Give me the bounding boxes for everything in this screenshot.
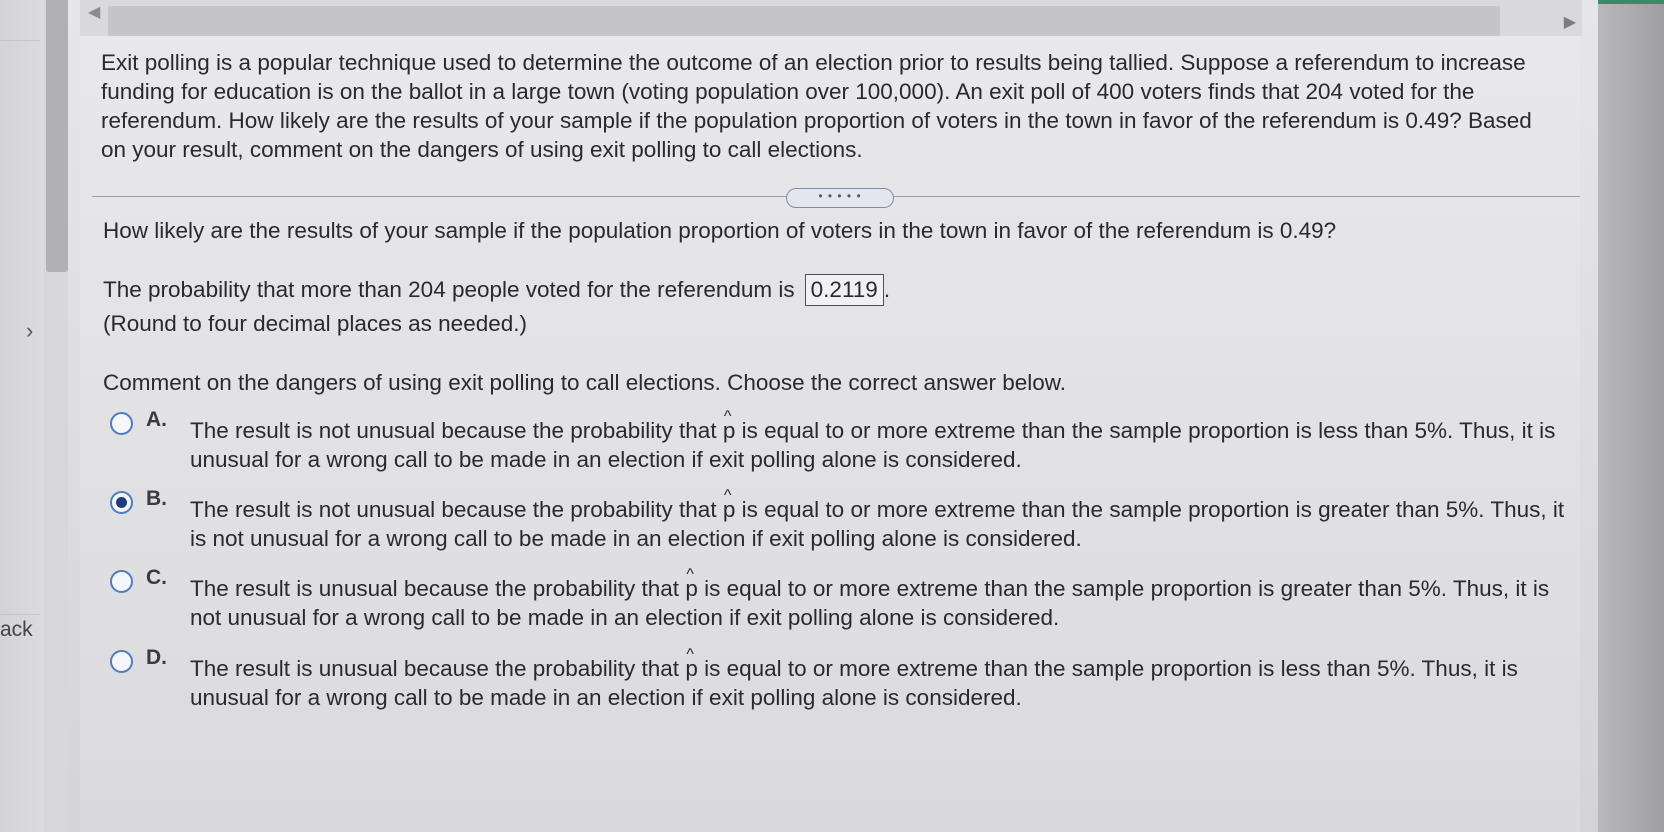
divider-handle[interactable]: • • • • • bbox=[786, 188, 894, 208]
option-text-pre: The result is not unusual because the pr… bbox=[190, 497, 717, 522]
horizontal-scrollbar-thumb[interactable] bbox=[108, 6, 1500, 36]
accent-bar bbox=[1598, 0, 1664, 4]
radio-option-d[interactable] bbox=[110, 650, 133, 673]
option-text: The result is unusual because the probab… bbox=[190, 560, 1570, 632]
caret-right-icon[interactable]: ▶ bbox=[1564, 12, 1576, 32]
option-text-pre: The result is unusual because the probab… bbox=[190, 576, 680, 601]
option-letter: C. bbox=[146, 566, 167, 589]
screen: › ack ◀ ▶ Exit polling is a popular tech… bbox=[0, 0, 1664, 832]
p-hat-symbol: p bbox=[723, 481, 736, 524]
left-divider bbox=[0, 614, 40, 615]
caret-left-icon[interactable]: ◀ bbox=[88, 2, 100, 22]
option-text-pre: The result is not unusual because the pr… bbox=[190, 418, 717, 443]
radio-option-c[interactable] bbox=[110, 570, 133, 593]
option-text-pre: The result is unusual because the probab… bbox=[190, 656, 680, 681]
option-text: The result is unusual because the probab… bbox=[190, 640, 1570, 712]
answer-suffix: . bbox=[883, 277, 891, 302]
horizontal-scrollbar[interactable]: ◀ ▶ bbox=[80, 0, 1582, 36]
part1-prompt: How likely are the results of your sampl… bbox=[103, 218, 1337, 243]
p-hat-symbol: p bbox=[723, 402, 736, 445]
probability-answer-line: The probability that more than 204 peopl… bbox=[103, 274, 890, 306]
p-hat-symbol: p bbox=[685, 640, 698, 683]
chevron-right-icon[interactable]: › bbox=[26, 318, 33, 344]
option-letter: A. bbox=[146, 408, 167, 431]
right-edge bbox=[1598, 0, 1664, 832]
back-link-partial[interactable]: ack bbox=[0, 618, 33, 642]
round-note: (Round to four decimal places as needed.… bbox=[103, 311, 527, 336]
option-letter: B. bbox=[146, 487, 167, 510]
left-divider bbox=[0, 40, 40, 41]
option-text: The result is not unusual because the pr… bbox=[190, 402, 1570, 474]
question-text: Exit polling is a popular technique used… bbox=[101, 50, 1532, 162]
p-hat-symbol: p bbox=[685, 560, 698, 603]
radio-option-a[interactable] bbox=[110, 412, 133, 435]
part2-prompt: Comment on the dangers of using exit pol… bbox=[103, 370, 1067, 395]
option-text: The result is not unusual because the pr… bbox=[190, 481, 1570, 553]
left-panel: › ack bbox=[0, 0, 44, 832]
vertical-scrollbar-thumb[interactable] bbox=[46, 0, 68, 272]
answer-input[interactable]: 0.2119 bbox=[804, 274, 884, 306]
answer-prefix: The probability that more than 204 peopl… bbox=[103, 277, 795, 302]
radio-option-b[interactable] bbox=[110, 491, 133, 514]
option-letter: D. bbox=[146, 646, 167, 669]
